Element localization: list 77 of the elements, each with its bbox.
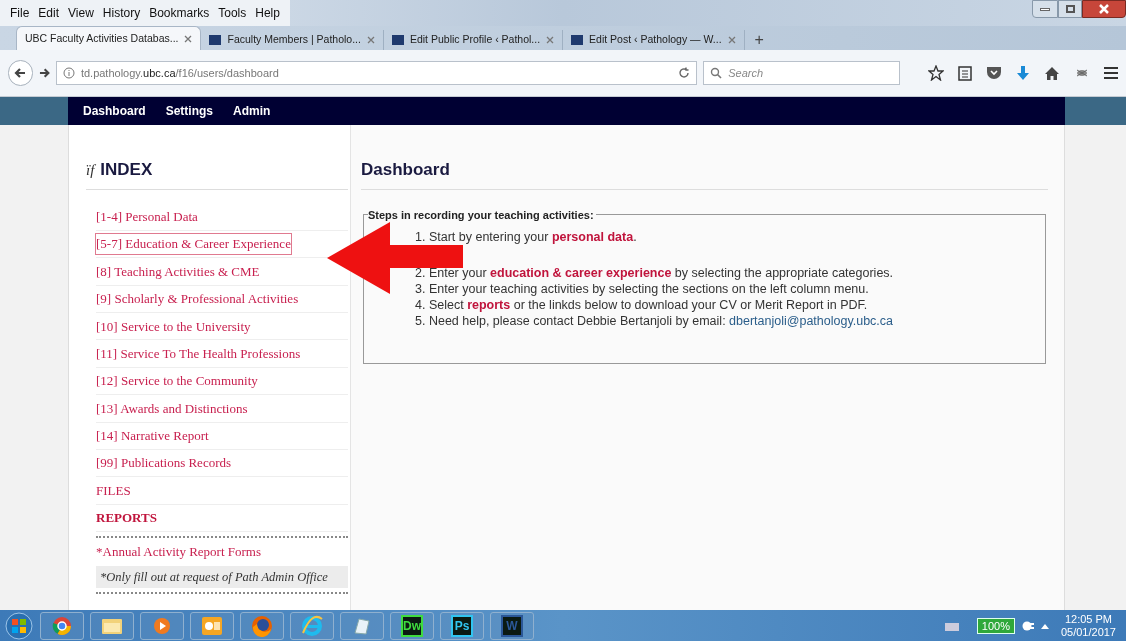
menu-item[interactable]: File xyxy=(10,4,30,22)
reload-icon[interactable] xyxy=(678,67,691,79)
sidebar-link[interactable]: [99] Publications Records xyxy=(96,453,232,473)
step-text: 4. Select reports or the linkds below to download your CV or Merit Report in PDF. xyxy=(415,297,868,312)
page-title: Dashboard xyxy=(361,160,450,179)
clock-time[interactable]: 12:05 PM xyxy=(1064,612,1112,626)
step-text: 2. Enter your education & career experience by selecting the appropriate categories. xyxy=(415,265,894,280)
step-text: 3. Enter your teaching activities by selecting the sections on the left column menu. xyxy=(415,281,869,296)
clipboard-icon[interactable] xyxy=(958,65,972,81)
favicon-icon xyxy=(209,35,222,45)
fox-icon[interactable] xyxy=(251,614,273,637)
new-tab-button[interactable]: + xyxy=(744,30,774,50)
app-icon[interactable]: Dw xyxy=(401,614,423,637)
close-button[interactable] xyxy=(1082,0,1126,18)
menu-item[interactable]: Bookmarks xyxy=(149,4,210,22)
back-arrow-icon xyxy=(14,67,27,79)
close-icon[interactable] xyxy=(184,34,193,43)
step-text: 5. Need help, please contact Debbie Bertanjoli by email: xyxy=(415,313,727,328)
menu-item[interactable]: History xyxy=(102,4,141,22)
sidebar-link[interactable]: [10] Service to the University xyxy=(96,316,251,336)
home-icon[interactable] xyxy=(1044,65,1060,81)
sidebar-link[interactable]: FILES xyxy=(96,480,131,501)
bug-icon[interactable] xyxy=(1074,67,1090,79)
menu-icon[interactable] xyxy=(1104,67,1118,79)
menu-item[interactable]: Edit xyxy=(38,4,60,22)
close-icon[interactable] xyxy=(546,36,555,44)
browser-tab[interactable]: UBC Faculty Activities Databas... xyxy=(16,26,202,50)
play-icon[interactable] xyxy=(153,616,171,635)
sidebar-link[interactable]: REPORTS xyxy=(96,508,157,528)
step-text: 1. Start by entering your personal data. xyxy=(415,229,637,244)
close-icon xyxy=(1099,4,1109,14)
caret-icon[interactable] xyxy=(1040,622,1049,629)
close-icon[interactable] xyxy=(366,36,375,44)
sidebar-link[interactable]: [13] Awards and Distinctions xyxy=(96,398,248,419)
sidebar-link[interactable]: [8] Teaching Activities & CME xyxy=(96,261,260,282)
browser-icon[interactable] xyxy=(52,615,72,636)
favicon-icon xyxy=(391,35,404,45)
pocket-icon[interactable] xyxy=(986,66,1002,80)
sidebar-link[interactable]: [1-4] Personal Data xyxy=(96,206,198,227)
forward-arrow-icon[interactable] xyxy=(38,67,50,79)
star-icon[interactable] xyxy=(928,65,944,81)
notepad-icon[interactable] xyxy=(352,615,372,636)
keyboard-icon[interactable] xyxy=(944,620,959,631)
restore-button[interactable] xyxy=(1058,0,1082,18)
mail-icon[interactable] xyxy=(201,615,223,636)
address-field[interactable]: td.pathology.ubc.ca/f16/users/dashboard xyxy=(55,61,698,85)
battery-indicator[interactable]: 100% xyxy=(976,617,1015,634)
clock-date[interactable]: 05/01/2017 xyxy=(1060,625,1116,639)
sidebar-link[interactable]: [12] Service to the Community xyxy=(96,371,258,391)
app-icon[interactable]: Ps xyxy=(451,614,473,637)
info-icon xyxy=(62,67,75,79)
admin-note: *Only fill out at request of Path Admin Office xyxy=(96,566,348,589)
menu-item[interactable]: View xyxy=(68,4,94,22)
sidebar-link[interactable]: [11] Service To The Health Professions xyxy=(96,343,301,364)
globe-e-icon[interactable] xyxy=(301,614,323,637)
sidebar-link[interactable]: [14] Narrative Report xyxy=(96,426,209,446)
nav-link[interactable]: Settings xyxy=(165,102,214,120)
close-icon[interactable] xyxy=(727,36,736,44)
download-icon[interactable] xyxy=(1016,65,1030,81)
folder-icon[interactable] xyxy=(101,616,123,635)
back-button[interactable] xyxy=(8,60,33,86)
search-field[interactable]: Search xyxy=(703,61,900,85)
email-link[interactable]: dbertanjoli@pathology.ubc.ca xyxy=(729,313,894,328)
nav-link[interactable]: Admin xyxy=(233,102,271,120)
sidebar-link[interactable]: [5-7] Education & Career Experience xyxy=(96,234,291,254)
menu-item[interactable]: Help xyxy=(255,4,280,22)
minimize-button[interactable] xyxy=(1032,0,1058,18)
power-plug-icon[interactable] xyxy=(1020,620,1035,631)
menu-item[interactable]: Tools xyxy=(218,4,247,22)
search-icon xyxy=(710,67,723,79)
index-logo: ïf xyxy=(86,161,95,180)
sidebar-link[interactable]: [9] Scholarly & Professional Activities xyxy=(96,289,299,309)
forms-link[interactable]: *Annual Activity Report Forms xyxy=(96,542,262,562)
sidebar-title: INDEX xyxy=(100,159,153,181)
start-icon[interactable] xyxy=(4,611,34,640)
nav-link[interactable]: Dashboard xyxy=(83,102,146,120)
favicon-icon xyxy=(571,35,584,45)
